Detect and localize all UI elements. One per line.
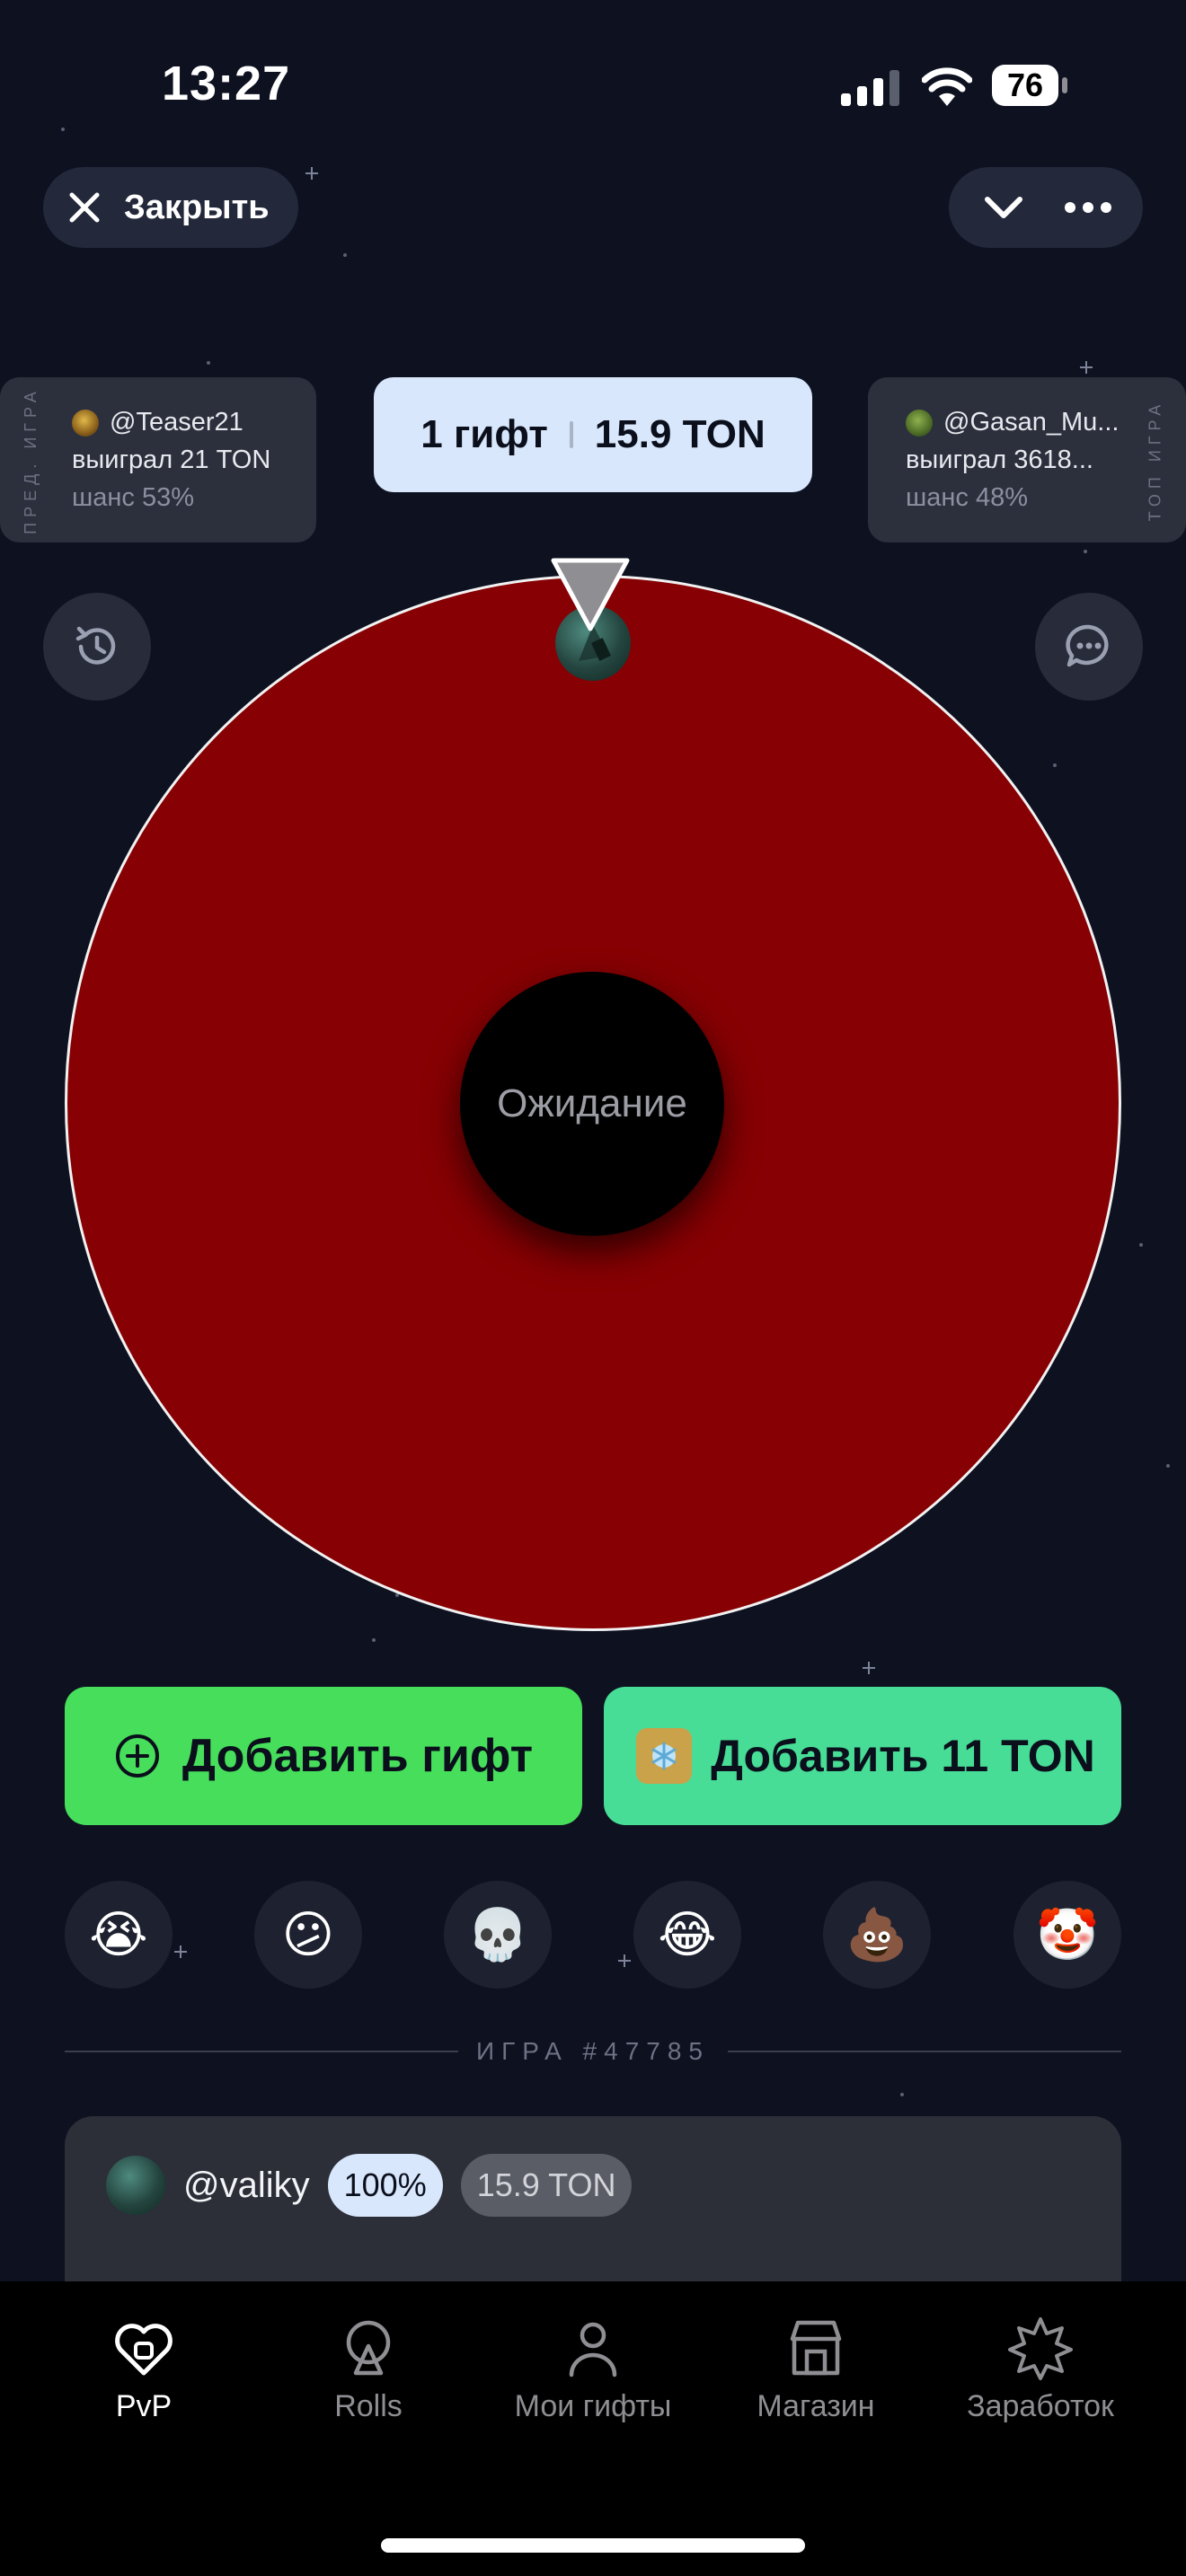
game-number: ИГРА #47785 (476, 2037, 710, 2065)
reaction-skull[interactable]: 💀 (444, 1881, 552, 1989)
add-gift-button[interactable]: Добавить гифт (65, 1687, 582, 1825)
tab-label: Магазин (757, 2389, 875, 2423)
person-icon (569, 2322, 617, 2378)
more-icon[interactable] (1064, 184, 1112, 231)
close-button[interactable]: Закрыть (43, 167, 298, 248)
avatar (106, 2156, 165, 2215)
participant-name: @valiky (183, 2165, 310, 2205)
roulette-icon (346, 2320, 391, 2376)
pot-total: 15.9 TON (594, 412, 766, 456)
history-icon (75, 626, 116, 665)
tab-store[interactable]: Магазин (708, 2314, 924, 2424)
reaction-confused[interactable]: 😕 (254, 1881, 362, 1989)
tab-my-gifts[interactable]: Мои гифты (485, 2314, 701, 2424)
top-game-chance: шанс 48% (906, 483, 1029, 512)
reaction-laughing[interactable]: 😂 (633, 1881, 741, 1989)
reaction-poop[interactable]: 💩 (823, 1881, 931, 1989)
background-star (900, 2093, 904, 2096)
chat-icon (1066, 624, 1109, 667)
background-star (174, 1945, 187, 1958)
background-star (207, 361, 210, 365)
cellular-signal-icon (841, 70, 899, 106)
header-actions (949, 167, 1143, 248)
chevron-down-icon[interactable] (980, 184, 1027, 231)
game-divider: ИГРА #47785 (65, 2035, 1122, 2068)
background-star (1139, 1243, 1143, 1247)
gift-thumbnail-icon (636, 1728, 692, 1784)
add-ton-label: Добавить 11 TON (711, 1731, 1095, 1781)
plus-circle-icon (115, 1734, 159, 1778)
tab-label: Rolls (334, 2389, 403, 2423)
add-gift-label: Добавить гифт (181, 1730, 534, 1782)
battery-icon: 76 (992, 65, 1067, 106)
top-game-result: выиграл 3618... (906, 446, 1093, 474)
avatar (72, 409, 99, 437)
background-star (61, 128, 65, 131)
prev-game-result: выиграл 21 TON (72, 446, 271, 474)
tab-pvp[interactable]: PvP (36, 2314, 252, 2424)
participant-chance-badge: 100% (327, 2154, 443, 2217)
tab-label: PvP (115, 2389, 173, 2423)
background-star (305, 167, 318, 180)
heart-icon (115, 2324, 173, 2376)
reaction-clown[interactable]: 🤡 (1013, 1881, 1121, 1989)
tab-label: Мои гифты (514, 2389, 672, 2423)
home-indicator (381, 2538, 805, 2553)
background-star (618, 1954, 631, 1967)
store-icon (790, 2320, 842, 2376)
add-ton-button[interactable]: Добавить 11 TON (604, 1687, 1121, 1825)
close-label: Закрыть (124, 188, 270, 226)
background-star (863, 1662, 875, 1674)
background-star (1084, 550, 1087, 553)
game-summary: 1 гифт 15.9 TON (374, 377, 812, 492)
background-star (1166, 1464, 1170, 1468)
top-game-card[interactable]: @Gasan_Mu... выиграл 3618... шанс 48% ТО… (868, 377, 1186, 543)
background-star (1080, 361, 1093, 374)
background-star (1053, 763, 1057, 767)
background-star (343, 253, 347, 257)
wheel-status-label: Ожидание (497, 1081, 687, 1125)
prev-game-user: @Teaser21 (110, 408, 243, 437)
status-time: 13:27 (162, 57, 291, 110)
background-star (372, 1638, 376, 1642)
prev-game-card[interactable]: ПРЕД. ИГРА @Teaser21 выиграл 21 TON шанс… (0, 377, 316, 543)
top-game-user: @Gasan_Mu... (943, 408, 1120, 437)
tab-rolls[interactable]: Rolls (261, 2314, 476, 2424)
top-game-vertical-label: ТОП ИГРА (1146, 399, 1164, 521)
wheel-pointer-icon (551, 558, 630, 631)
prev-game-vertical-label: ПРЕД. ИГРА (21, 385, 40, 534)
history-button[interactable] (43, 593, 151, 701)
chat-button[interactable] (1035, 593, 1143, 701)
star-badge-icon (1008, 2317, 1073, 2380)
participant-amount-badge: 15.9 TON (460, 2154, 633, 2217)
reaction-crying[interactable]: 😭 (65, 1881, 173, 1989)
close-icon (69, 192, 100, 223)
prev-game-chance: шанс 53% (72, 483, 195, 512)
tab-label: Заработок (967, 2389, 1114, 2423)
tab-earnings[interactable]: Заработок (933, 2314, 1148, 2424)
battery-level: 76 (992, 65, 1058, 106)
wifi-icon (922, 67, 972, 106)
gift-count: 1 гифт (420, 412, 548, 456)
avatar (906, 409, 933, 437)
wheel-status: Ожидание (460, 972, 724, 1236)
